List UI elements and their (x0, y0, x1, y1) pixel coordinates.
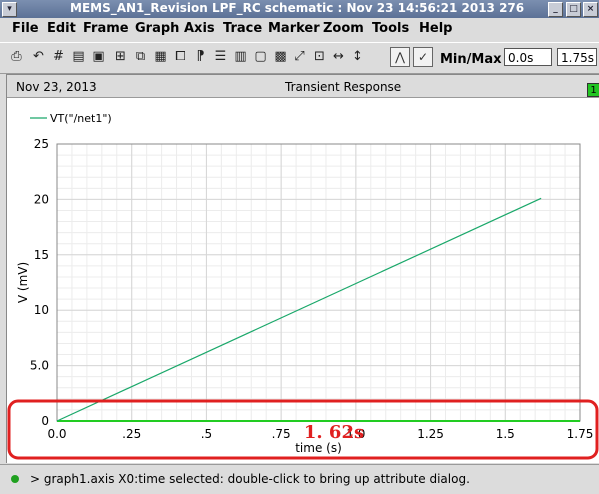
window-titlebar: ▾ MEMS_AN1_Revision LPF_RC schematic : N… (0, 0, 599, 18)
menu-zoom[interactable]: Zoom (323, 21, 364, 36)
max-field[interactable]: 1.75s (557, 48, 597, 66)
grid (56, 143, 581, 422)
zoom-y-icon[interactable]: ↕ (349, 48, 366, 65)
status-message: > graph1.axis X0:time selected: double-c… (30, 472, 470, 486)
print-icon[interactable]: ⎙ (8, 48, 25, 65)
x-tick-label: .5 (201, 427, 212, 441)
subwindow-icon[interactable]: ⧠ (172, 48, 189, 65)
minmax-label: Min/Max (440, 52, 502, 67)
strip-icon[interactable]: ▤ (70, 48, 87, 65)
menu-axis[interactable]: Axis (184, 21, 215, 36)
layout-icon[interactable]: ▦ (152, 48, 169, 65)
menu-graph[interactable]: Graph (135, 21, 179, 36)
plot-frame (56, 143, 581, 422)
axis-ticks: 0.0.25.5.75 1.0 1.25 1.5 1.7505.010152025 (30, 137, 593, 441)
label-icon[interactable]: ⁋ (192, 48, 209, 65)
x-tick-label: 1.25 (417, 427, 444, 441)
menu-file[interactable]: File (12, 21, 39, 36)
legend-label-vt-net1: VT("/net1") (50, 112, 112, 125)
zoom-fit-icon[interactable]: ⤢ (291, 48, 308, 65)
menu-edit[interactable]: Edit (47, 21, 76, 36)
table-icon[interactable]: ▥ (232, 48, 249, 65)
y-tick-label: 25 (34, 137, 49, 151)
y-axis-label: V (mV) (16, 262, 30, 303)
min-field[interactable]: 0.0s (504, 48, 552, 66)
menu-bar: File Edit Frame Graph Axis Trace Marker … (0, 18, 599, 40)
annotation-label: 1. 62s (304, 422, 364, 443)
y-tick-label: 10 (34, 303, 49, 317)
status-bar: > graph1.axis X0:time selected: double-c… (0, 464, 599, 494)
x-tick-label: 1.5 (496, 427, 515, 441)
x-tick-label: .25 (122, 427, 141, 441)
zoom-x-icon[interactable]: ↔ (330, 48, 347, 65)
y-tick-label: 5.0 (30, 359, 49, 373)
x-tick-label: 0.0 (47, 427, 66, 441)
frame-icon[interactable]: ▣ (90, 48, 107, 65)
graph-date: Nov 23, 2013 (16, 80, 97, 94)
status-indicator-icon (11, 475, 19, 483)
undo-icon[interactable]: ↶ (30, 48, 47, 65)
window-title: MEMS_AN1_Revision LPF_RC schematic : Nov… (70, 1, 525, 15)
x-axis-label: time (s) (295, 441, 342, 455)
minimize-icon[interactable]: _ (548, 2, 563, 17)
graph-header: Nov 23, 2013 Transient Response 1 (7, 75, 599, 98)
maximize-icon[interactable]: □ (566, 2, 581, 17)
graph-window: Nov 23, 2013 Transient Response 1 0.0 .25… (6, 74, 599, 463)
zoom-box-icon[interactable]: ⊡ (311, 48, 328, 65)
fit-icon[interactable]: ⊞ (112, 48, 129, 65)
menu-help[interactable]: Help (419, 21, 452, 36)
x-tick-label: 1.75 (567, 427, 594, 441)
toolbar: ⎙ ↶ # ▤ ▣ ⊞ ⧉ ▦ ⧠ ⁋ ☰ ▥ ▢ ▩ ⤢ ⊡ ↔ ↕ ⋀ ✓ … (0, 42, 599, 74)
list-icon[interactable]: ☰ (212, 48, 229, 65)
menu-trace[interactable]: Trace (223, 21, 262, 36)
window-icon[interactable]: ▢ (252, 48, 269, 65)
chart[interactable]: 0.0.25.5.75 1.0 1.25 1.5 1.7505.010152025 VT… (7, 97, 599, 462)
y-tick-label: 15 (34, 248, 49, 262)
marker-a-icon[interactable]: ⋀ (390, 47, 410, 67)
menu-tools[interactable]: Tools (372, 21, 409, 36)
close-icon[interactable]: × (583, 2, 598, 17)
x-tick-label: .75 (272, 427, 291, 441)
window-menu-icon[interactable]: ▾ (2, 2, 17, 17)
graph-number-badge[interactable]: 1 (587, 83, 599, 97)
y-tick-label: 0 (41, 414, 49, 428)
legend: VT("/net1") (30, 112, 112, 125)
y-tick-label: 20 (34, 192, 49, 206)
grid-icon[interactable]: # (50, 48, 67, 65)
split-icon[interactable]: ⧉ (132, 48, 149, 65)
check-icon[interactable]: ✓ (413, 47, 433, 67)
calculator-icon[interactable]: ▩ (272, 48, 289, 65)
graph-title: Transient Response (285, 80, 402, 94)
menu-marker[interactable]: Marker (268, 21, 320, 36)
menu-frame[interactable]: Frame (83, 21, 129, 36)
